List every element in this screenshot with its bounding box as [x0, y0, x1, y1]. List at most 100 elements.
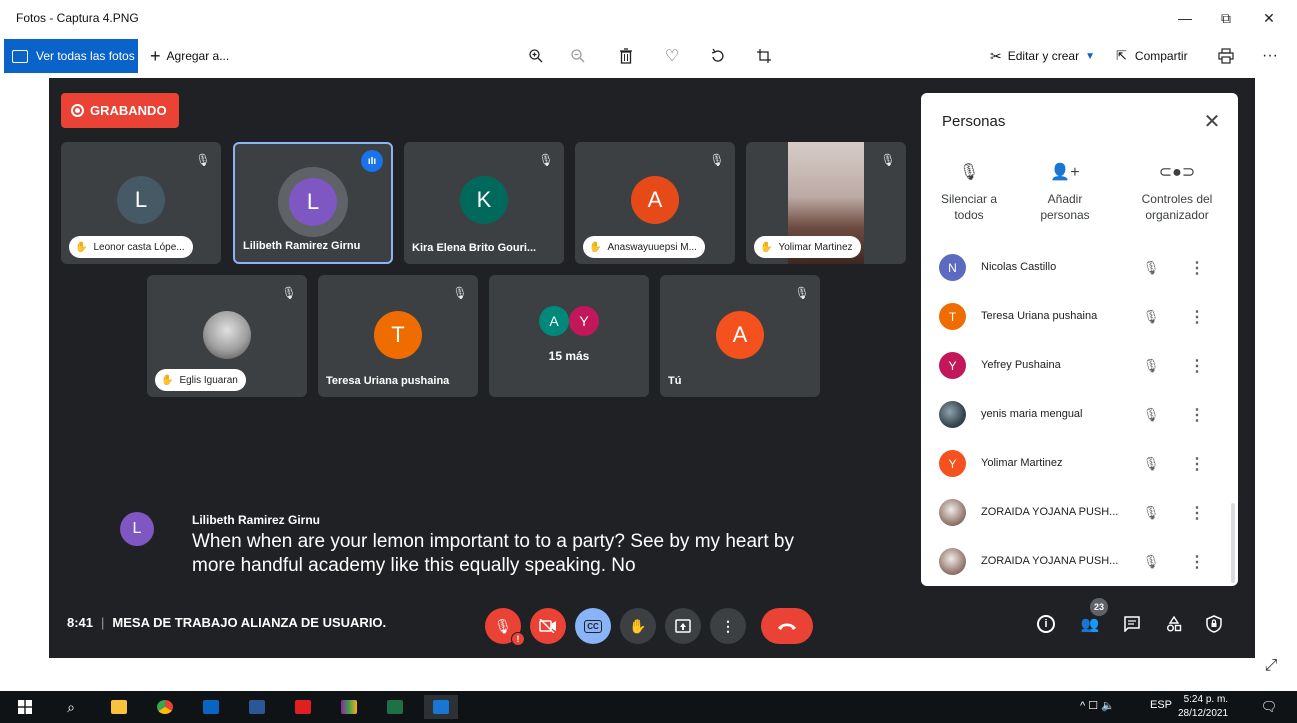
people-list-item[interactable]: ZORAIDA YOJANA PUSH... 🎙︎ ⋮ — [921, 538, 1238, 586]
participant-tile[interactable]: 🎙︎ ✋ Eglis Iguaran — [147, 275, 307, 397]
more-vert-icon[interactable]: ⋮ — [1187, 354, 1207, 378]
acrobat-icon[interactable] — [290, 695, 316, 719]
captions-button[interactable]: CC — [575, 608, 611, 644]
more-options-icon[interactable]: ⋮ — [710, 608, 746, 644]
windows-start-icon[interactable] — [12, 695, 38, 719]
participant-name: ✋ Leonor casta Lópe... — [69, 236, 193, 258]
self-tile[interactable]: 🎙︎ A Tú — [660, 275, 820, 397]
leave-call-button[interactable] — [761, 608, 813, 644]
people-list-item[interactable]: N Nicolas Castillo 🎙︎ ⋮ — [921, 244, 1238, 292]
meeting-name: MESA DE TRABAJO ALIANZA DE USUARIO. — [112, 615, 387, 630]
more-options-button[interactable]: ··· — [1258, 44, 1282, 68]
more-vert-icon[interactable]: ⋮ — [1187, 452, 1207, 476]
activities-icon[interactable] — [1161, 611, 1187, 637]
camera-toggle-button[interactable] — [530, 608, 566, 644]
mic-toggle-button[interactable]: 🎙︎ ! — [485, 608, 525, 646]
more-vert-icon[interactable]: ⋮ — [1187, 256, 1207, 280]
outlook-icon[interactable] — [198, 695, 224, 719]
mic-off-icon[interactable]: 🎙︎ — [1139, 305, 1163, 329]
mic-off-icon[interactable]: 🎙︎ — [1139, 452, 1163, 476]
avatar-photo — [203, 311, 251, 359]
present-screen-button[interactable] — [665, 608, 701, 644]
avatar: N — [939, 254, 966, 281]
system-clock[interactable]: 5:24 p. m. 28/12/2021 — [1178, 693, 1228, 721]
winrar-icon[interactable] — [336, 695, 362, 719]
share-button[interactable]: ⇱ Compartir — [1116, 44, 1188, 68]
photos-app-icon[interactable] — [424, 695, 458, 719]
word-icon[interactable] — [244, 695, 270, 719]
host-controls-button[interactable]: ⊂●⊃ Controles del organizador — [1123, 165, 1231, 223]
all-photos-button[interactable]: Ver todas las fotos — [4, 39, 138, 73]
participant-tile[interactable]: 🎙︎ K Kira Elena Brito Gouri... — [404, 142, 564, 264]
language-indicator[interactable]: ESP — [1150, 699, 1172, 711]
mic-off-icon[interactable]: 🎙︎ — [1139, 354, 1163, 378]
panel-scrollbar[interactable] — [1231, 503, 1235, 583]
hang-up-icon — [778, 623, 796, 630]
delete-icon[interactable] — [614, 44, 638, 68]
people-list-item[interactable]: yenis maria mengual 🎙︎ ⋮ — [921, 391, 1238, 439]
crop-icon[interactable] — [752, 44, 776, 68]
meeting-info: 8:41 | MESA DE TRABAJO ALIANZA DE USUARI… — [67, 615, 386, 630]
hand-icon: ✋ — [760, 241, 773, 253]
zoom-in-icon[interactable] — [524, 44, 548, 68]
people-list-item[interactable]: Y Yefrey Pushaina 🎙︎ ⋮ — [921, 342, 1238, 390]
edit-scissors-icon: ✂ — [990, 47, 1002, 64]
mic-off-icon[interactable]: 🎙︎ — [1139, 256, 1163, 280]
add-to-button[interactable]: + Agregar a... — [150, 44, 229, 68]
participant-tile[interactable]: 🎙︎ L ✋ Leonor casta Lópe... — [61, 142, 221, 264]
meeting-details-icon[interactable]: i — [1033, 611, 1059, 637]
more-vert-icon[interactable]: ⋮ — [1187, 501, 1207, 525]
windows-taskbar: ⌕ ^ ☐ 🔈 ESP 5:24 p. m. 28/12/2021 🗨 — [0, 691, 1297, 723]
chat-icon[interactable] — [1119, 611, 1145, 637]
maximize-button[interactable]: ⧉ — [1209, 6, 1243, 30]
mic-off-icon: 🎙︎ — [709, 153, 725, 167]
participant-name: Tú — [668, 375, 682, 387]
avatar: Y — [939, 352, 966, 379]
closed-captions-icon: CC — [584, 619, 602, 633]
mic-off-icon[interactable]: 🎙︎ — [1139, 501, 1163, 525]
print-icon[interactable] — [1214, 44, 1238, 68]
more-vert-icon[interactable]: ⋮ — [1187, 403, 1207, 427]
file-explorer-icon[interactable] — [106, 695, 132, 719]
notifications-icon[interactable]: 🗨 — [1256, 695, 1282, 719]
people-list-item[interactable]: Y Yolimar Martinez 🎙︎ ⋮ — [921, 440, 1238, 488]
tray-icons[interactable]: ^ ☐ 🔈 — [1080, 699, 1115, 712]
search-icon[interactable]: ⌕ — [58, 695, 84, 719]
participant-tile[interactable]: 🎙︎ T Teresa Uriana pushaina — [318, 275, 478, 397]
minimize-button[interactable]: — — [1168, 6, 1202, 30]
separator: | — [101, 615, 105, 630]
close-panel-button[interactable]: ✕ — [1200, 109, 1224, 133]
participant-tile[interactable]: 🎙︎ A ✋ Anaswayuuepsi M... — [575, 142, 735, 264]
avatar: T — [939, 303, 966, 330]
participant-tile[interactable]: 🎙︎ ✋ Yolimar Martinez — [746, 142, 906, 264]
more-vert-icon[interactable]: ⋮ — [1187, 305, 1207, 329]
mic-off-icon[interactable]: 🎙︎ — [1139, 550, 1163, 574]
chrome-icon[interactable] — [152, 695, 178, 719]
warning-icon: ! — [511, 632, 525, 646]
more-vert-icon[interactable]: ⋮ — [1187, 550, 1207, 574]
rotate-icon[interactable] — [706, 44, 730, 68]
participant-tile-speaking[interactable]: ıIı L Lilibeth Ramirez Girnu — [233, 142, 393, 264]
edit-create-button[interactable]: ✂ Editar y crear ▼ — [990, 44, 1095, 68]
avatar: A — [631, 176, 679, 224]
expand-icon[interactable]: ⤢ — [1260, 655, 1282, 677]
people-list-item[interactable]: ZORAIDA YOJANA PUSH... 🎙︎ ⋮ — [921, 489, 1238, 537]
excel-icon[interactable] — [382, 695, 408, 719]
people-list-item[interactable]: T Teresa Uriana pushaina 🎙︎ ⋮ — [921, 293, 1238, 341]
add-people-button[interactable]: 👤+ Añadir personas — [1017, 165, 1113, 223]
mute-all-button[interactable]: 🎙︎ Silenciar a todos — [921, 165, 1017, 223]
mic-off-icon: 🎙︎ — [452, 286, 468, 300]
close-window-button[interactable]: ✕ — [1252, 6, 1286, 30]
caption-text: When when are your lemon important to to… — [192, 531, 794, 576]
participant-name: Lilibeth Ramirez Girnu — [243, 240, 361, 252]
avatar: K — [460, 176, 508, 224]
heart-icon[interactable]: ♡ — [660, 44, 684, 68]
host-controls-icon[interactable] — [1201, 611, 1227, 637]
mic-off-icon: 🎙︎ — [281, 286, 297, 300]
more-participants-tile[interactable]: A Y 15 más — [489, 275, 649, 397]
raise-hand-button[interactable]: ✋ — [620, 608, 656, 644]
caption-speaker-name: Lilibeth Ramirez Girnu — [192, 513, 321, 527]
mic-off-icon[interactable]: 🎙︎ — [1139, 403, 1163, 427]
zoom-out-icon[interactable] — [566, 44, 590, 68]
add-person-icon: 👤+ — [1050, 164, 1080, 181]
